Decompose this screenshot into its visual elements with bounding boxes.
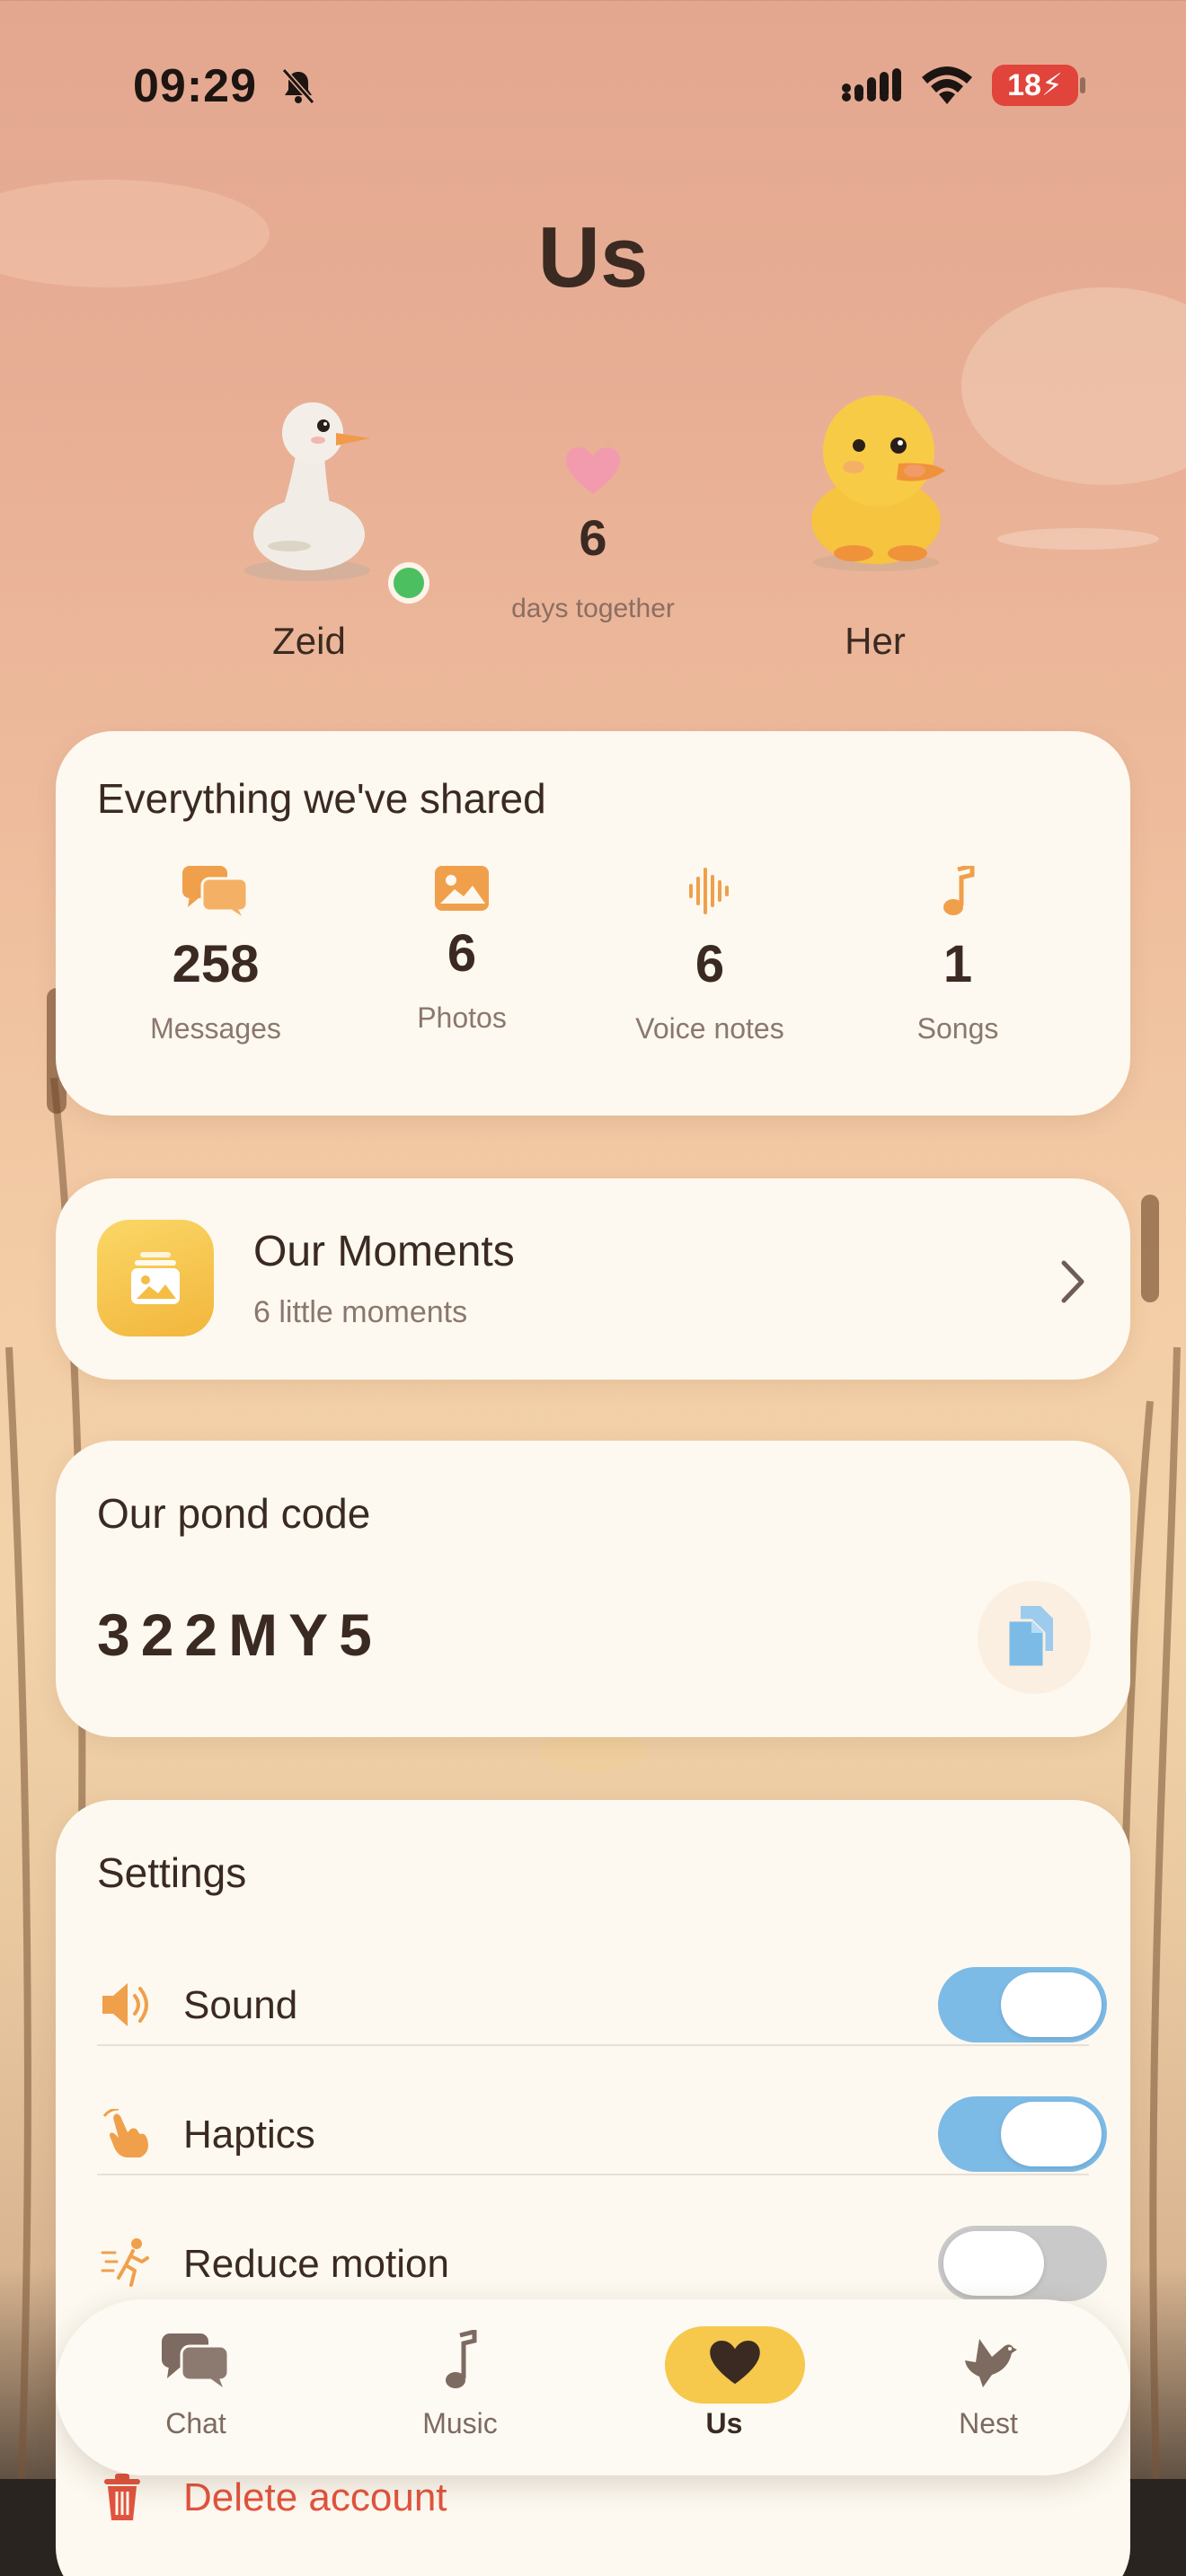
chat-icon bbox=[162, 2333, 230, 2387]
battery-level: 18 bbox=[1007, 68, 1041, 102]
stat-photos: 6 Photos bbox=[345, 866, 579, 1035]
running-person-icon bbox=[101, 2238, 149, 2287]
copy-code-button[interactable] bbox=[978, 1581, 1091, 1694]
stat-messages-label: Messages bbox=[150, 1012, 281, 1045]
photo-stack-icon bbox=[131, 1252, 180, 1304]
stat-voice-notes-value: 6 bbox=[695, 935, 725, 993]
our-moments-card[interactable]: Our Moments 6 little moments bbox=[56, 1178, 1130, 1380]
reduce-motion-toggle[interactable] bbox=[938, 2226, 1107, 2301]
partner-right-name: Her bbox=[845, 620, 906, 662]
tab-chat-label: Chat bbox=[165, 2407, 226, 2439]
shared-stats-card: Everything we've shared 258 Messages 6 P… bbox=[56, 731, 1130, 1116]
pond-code-value: 322MY5 bbox=[97, 1601, 383, 1668]
setting-row-sound: Sound bbox=[97, 1940, 1107, 2069]
moments-subtitle: 6 little moments bbox=[253, 1295, 468, 1329]
online-status-dot bbox=[388, 562, 429, 604]
music-note-icon bbox=[446, 2330, 477, 2388]
battery-tip bbox=[1080, 77, 1085, 93]
photo-icon bbox=[435, 866, 489, 911]
pond-code-card: Our pond code 322MY5 bbox=[56, 1441, 1130, 1737]
status-time: 09:29 bbox=[133, 60, 257, 112]
sound-toggle[interactable] bbox=[938, 1967, 1107, 2042]
waveform-icon bbox=[689, 868, 729, 914]
messages-icon bbox=[182, 866, 249, 916]
settings-title: Settings bbox=[97, 1849, 247, 1896]
tab-music[interactable]: Music bbox=[370, 2330, 550, 2447]
stat-voice-notes: 6 Voice notes bbox=[593, 866, 827, 1045]
speaker-icon bbox=[102, 1983, 148, 2026]
setting-label-reduce-motion: Reduce motion bbox=[183, 2242, 449, 2286]
divider bbox=[97, 2174, 1089, 2175]
her-avatar[interactable] bbox=[800, 377, 952, 575]
heart-icon bbox=[566, 447, 620, 494]
bell-muted-icon bbox=[281, 68, 315, 104]
setting-label-sound: Sound bbox=[183, 1983, 298, 2027]
battery-indicator: 18⚡ bbox=[992, 65, 1078, 106]
stats-card-title: Everything we've shared bbox=[97, 775, 546, 822]
moments-title: Our Moments bbox=[253, 1228, 515, 1275]
tap-hand-icon bbox=[102, 2109, 148, 2157]
partner-left-name: Zeid bbox=[272, 620, 346, 662]
stat-voice-notes-label: Voice notes bbox=[635, 1012, 784, 1045]
status-bar: 09:29 18⚡ bbox=[0, 54, 1186, 117]
stat-songs-label: Songs bbox=[916, 1012, 999, 1045]
tab-music-label: Music bbox=[422, 2407, 498, 2439]
chevron-right-icon bbox=[1061, 1260, 1084, 1303]
tab-bar: Chat Music Us Nest bbox=[56, 2299, 1130, 2475]
moments-thumbnail bbox=[97, 1220, 214, 1337]
heart-icon bbox=[710, 2341, 760, 2385]
toggle-knob bbox=[943, 2231, 1044, 2296]
divider bbox=[97, 2044, 1089, 2046]
delete-account-label: Delete account bbox=[183, 2475, 447, 2519]
charging-bolt-icon: ⚡ bbox=[1040, 68, 1063, 102]
tab-nest[interactable]: Nest bbox=[898, 2330, 1078, 2447]
tab-us[interactable]: Us bbox=[634, 2326, 814, 2447]
page-title: Us bbox=[537, 209, 649, 305]
haptics-toggle[interactable] bbox=[938, 2096, 1107, 2172]
pond-code-title: Our pond code bbox=[97, 1490, 371, 1537]
copy-icon bbox=[1008, 1606, 1053, 1669]
stat-messages-value: 258 bbox=[172, 935, 260, 993]
days-together-label: days together bbox=[511, 594, 675, 623]
zeid-avatar[interactable] bbox=[235, 386, 379, 584]
signal-icon bbox=[842, 68, 901, 101]
stat-photos-label: Photos bbox=[417, 1001, 507, 1034]
toggle-knob bbox=[1001, 1972, 1102, 2037]
setting-row-haptics: Haptics bbox=[97, 2069, 1107, 2199]
tab-us-label: Us bbox=[705, 2407, 743, 2439]
tab-chat[interactable]: Chat bbox=[106, 2330, 286, 2447]
stat-songs-value: 1 bbox=[943, 935, 973, 993]
toggle-knob bbox=[1001, 2102, 1102, 2166]
wifi-icon bbox=[922, 66, 972, 104]
tab-nest-label: Nest bbox=[959, 2407, 1018, 2439]
bird-icon bbox=[965, 2339, 1017, 2387]
stat-photos-value: 6 bbox=[447, 924, 477, 983]
music-note-icon bbox=[943, 866, 975, 915]
trash-icon bbox=[104, 2474, 140, 2520]
setting-label-haptics: Haptics bbox=[183, 2113, 315, 2157]
stat-songs: 1 Songs bbox=[841, 866, 1075, 1045]
stat-messages: 258 Messages bbox=[99, 866, 332, 1045]
days-together-count: 6 bbox=[579, 509, 607, 566]
